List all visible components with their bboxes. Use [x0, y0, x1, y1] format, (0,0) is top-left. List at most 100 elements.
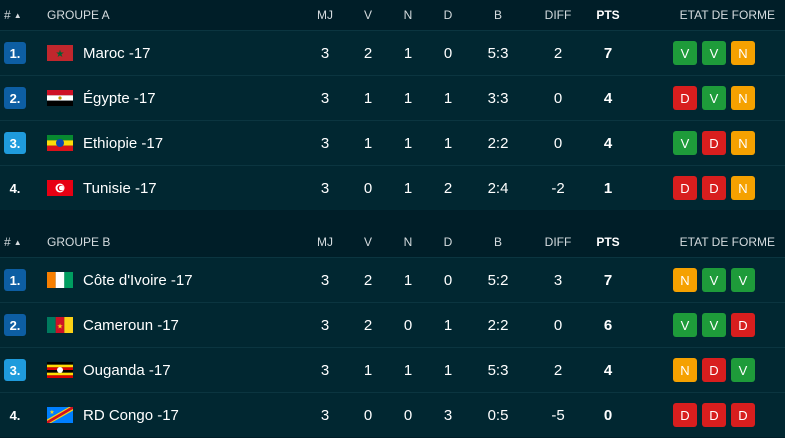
pts-cell: 4 — [603, 89, 613, 107]
form-badge[interactable]: D — [702, 131, 726, 155]
form-badge[interactable]: N — [731, 131, 755, 155]
mj-cell: 3 — [320, 316, 330, 334]
d-cell: 2 — [443, 179, 453, 197]
d-cell: 1 — [443, 361, 453, 379]
form-badge[interactable]: V — [673, 313, 697, 337]
team-cell[interactable]: ★ Maroc -17 — [47, 45, 302, 62]
mj-cell: 3 — [320, 134, 330, 152]
team-name[interactable]: Côte d'Ivoire -17 — [83, 272, 193, 289]
mj-cell: 3 — [320, 89, 330, 107]
flag-cameroun-icon: ★ — [47, 317, 73, 333]
form-badge[interactable]: V — [702, 41, 726, 65]
rank-badge: 1. — [4, 42, 26, 64]
b-cell: 2:2 — [487, 134, 509, 152]
b-cell: 5:2 — [487, 271, 509, 289]
b-cell: 3:3 — [487, 89, 509, 107]
form-badge[interactable]: V — [702, 268, 726, 292]
form-badge[interactable]: V — [702, 313, 726, 337]
team-name[interactable]: Ethiopie -17 — [83, 135, 163, 152]
team-cell[interactable]: ★ Cameroun -17 — [47, 317, 302, 334]
team-cell[interactable]: ★ RD Congo -17 — [47, 407, 302, 424]
diff-cell: 0 — [553, 316, 563, 334]
flag-cotedivoire-icon — [47, 272, 73, 288]
team-name[interactable]: Égypte -17 — [83, 90, 156, 107]
diff-cell: -2 — [551, 179, 565, 197]
form-badge[interactable]: N — [673, 358, 697, 382]
v-cell: 0 — [363, 406, 373, 424]
table-row[interactable]: 3. Ethiopie -17 3 1 1 1 2:2 0 4 V D N — [0, 120, 785, 165]
form-badge[interactable]: D — [731, 403, 755, 427]
table-row[interactable]: 1. ★ Maroc -17 3 2 1 0 5:3 2 7 V V N — [0, 30, 785, 75]
team-name[interactable]: Tunisie -17 — [83, 180, 157, 197]
table-row[interactable]: 2. ★ Cameroun -17 3 2 0 1 2:2 0 6 V V D — [0, 302, 785, 347]
team-cell[interactable]: Égypte -17 — [47, 90, 302, 107]
form-badge[interactable]: D — [702, 358, 726, 382]
table-row[interactable]: 2. Égypte -17 3 1 1 1 3:3 0 4 D V N — [0, 75, 785, 120]
column-header-b: B — [493, 235, 502, 249]
team-name[interactable]: Ouganda -17 — [83, 362, 171, 379]
team-cell[interactable]: Tunisie -17 — [47, 180, 302, 197]
sort-arrow-icon: ▲ — [13, 237, 22, 247]
team-cell[interactable]: Ouganda -17 — [47, 362, 302, 379]
d-cell: 1 — [443, 316, 453, 334]
b-cell: 2:4 — [487, 179, 509, 197]
form-badge[interactable]: V — [673, 131, 697, 155]
b-cell: 0:5 — [487, 406, 509, 424]
form-badge[interactable]: D — [702, 176, 726, 200]
team-name[interactable]: Maroc -17 — [83, 45, 151, 62]
rank-cell: 2. — [0, 87, 47, 109]
v-cell: 1 — [363, 361, 373, 379]
team-cell[interactable]: Ethiopie -17 — [47, 135, 302, 152]
table-header: # ▲ GROUPE B MJ V N D B DIFF PTS ETAT DE … — [0, 227, 785, 257]
flag-ethiopie-icon — [47, 135, 73, 151]
column-header-pts: PTS — [596, 8, 620, 22]
rank-badge: 2. — [4, 314, 26, 336]
form-cell: VDN — [628, 131, 785, 155]
form-badge[interactable]: D — [673, 403, 697, 427]
v-cell: 2 — [363, 271, 373, 289]
form-badge[interactable]: N — [673, 268, 697, 292]
rank-cell: 4. — [0, 408, 47, 423]
rank-cell: 1. — [0, 42, 47, 64]
pts-cell: 4 — [603, 134, 613, 152]
v-cell: 2 — [363, 316, 373, 334]
team-name[interactable]: Cameroun -17 — [83, 317, 179, 334]
form-badge[interactable]: V — [673, 41, 697, 65]
form-badge[interactable]: N — [731, 176, 755, 200]
hash-label: # — [4, 8, 11, 22]
form-badge[interactable]: V — [702, 86, 726, 110]
table-row[interactable]: 4. ★ RD Congo -17 3 0 0 3 0:5 -5 0 D D D — [0, 392, 785, 437]
form-badge[interactable]: D — [731, 313, 755, 337]
rank-column-header[interactable]: # ▲ — [0, 235, 47, 249]
team-name[interactable]: RD Congo -17 — [83, 407, 179, 424]
form-badge[interactable]: N — [731, 86, 755, 110]
pts-cell: 0 — [603, 406, 613, 424]
mj-cell: 3 — [320, 406, 330, 424]
sort-arrow-icon: ▲ — [13, 10, 22, 20]
rank-cell: 2. — [0, 314, 47, 336]
table-row[interactable]: 3. Ouganda -17 3 1 1 1 5:3 2 4 N D V — [0, 347, 785, 392]
rank-badge: 2. — [4, 87, 26, 109]
rank-column-header[interactable]: # ▲ — [0, 8, 47, 22]
v-cell: 0 — [363, 179, 373, 197]
diff-cell: 2 — [553, 44, 563, 62]
form-badge[interactable]: D — [673, 176, 697, 200]
table-row[interactable]: 4. Tunisie -17 3 0 1 2 2:4 -2 1 D D N — [0, 165, 785, 210]
b-cell: 2:2 — [487, 316, 509, 334]
column-header-n: N — [403, 8, 413, 22]
team-cell[interactable]: Côte d'Ivoire -17 — [47, 272, 302, 289]
group-name: GROUPE B — [47, 235, 111, 249]
n-cell: 0 — [403, 316, 413, 334]
form-badge[interactable]: N — [731, 41, 755, 65]
form-badge[interactable]: D — [702, 403, 726, 427]
diff-cell: 0 — [553, 134, 563, 152]
flag-ouganda-icon — [47, 362, 73, 378]
table-row[interactable]: 1. Côte d'Ivoire -17 3 2 1 0 5:2 3 7 N V V — [0, 257, 785, 302]
svg-text:★: ★ — [57, 323, 63, 331]
flag-maroc-icon: ★ — [47, 45, 73, 61]
form-badge[interactable]: V — [731, 358, 755, 382]
form-badge[interactable]: V — [731, 268, 755, 292]
form-badge[interactable]: D — [673, 86, 697, 110]
column-header-d: D — [443, 235, 453, 249]
column-header-mj: MJ — [317, 8, 333, 22]
